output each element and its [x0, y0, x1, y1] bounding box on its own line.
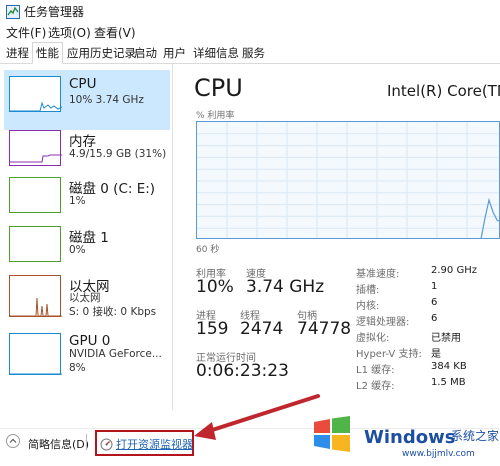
spec-label: 插槽: — [356, 285, 380, 296]
spec-value: 6 — [431, 313, 438, 324]
speed-value: 3.74 GHz — [246, 277, 325, 297]
time-axis-label: 60 秒 — [196, 245, 220, 255]
resource-sidebar: CPU 10% 3.74 GHz 内存 4.9/15.9 GB (31%) 磁盘… — [0, 64, 173, 410]
graph-grid — [197, 122, 499, 238]
sidebar-item-subtitle: NVIDIA GeForce... — [69, 348, 162, 360]
watermark-brand: Windows — [364, 427, 456, 448]
sidebar-item-title: 磁盘 1 — [69, 230, 109, 246]
disk-0-thumbnail-graph — [9, 177, 61, 213]
tab-startup[interactable]: 启动 — [131, 44, 160, 63]
spec-label: L1 缓存: — [356, 365, 395, 376]
sidebar-item-subtitle: 0% — [69, 244, 86, 256]
sidebar-item-subtitle: 以太网 — [69, 292, 101, 304]
windows-logo — [312, 414, 352, 454]
sidebar-item-title: GPU 0 — [69, 333, 111, 349]
spec-value: 1.5 MB — [431, 377, 466, 388]
spec-value: 1 — [431, 281, 438, 292]
uptime-value: 0:06:23:23 — [196, 361, 289, 381]
sidebar-item-cpu[interactable]: CPU 10% 3.74 GHz — [4, 70, 170, 130]
spec-label: 逻辑处理器: — [356, 317, 410, 328]
footer-separator — [86, 434, 87, 450]
sidebar-item-gpu-0[interactable]: GPU 0 NVIDIA GeForce... 8% — [4, 327, 170, 387]
sidebar-item-ethernet[interactable]: 以太网 以太网 S: 0 接收: 0 Kbps — [4, 269, 170, 329]
sidebar-item-subtitle: 1% — [69, 195, 86, 207]
watermark-site-name: 系统之家 — [451, 429, 500, 443]
window-title: 任务管理器 — [24, 5, 85, 19]
menu-file[interactable]: 文件(F) — [6, 24, 46, 41]
tab-performance[interactable]: 性能 — [32, 42, 63, 64]
sidebar-item-title: 磁盘 0 (C: E:) — [69, 181, 156, 197]
annotation-arrow — [194, 394, 320, 440]
memory-thumbnail-graph — [9, 130, 62, 166]
sidebar-item-subtitle: 4.9/15.9 GB (31%) — [69, 148, 167, 160]
cpu-thumbnail-graph — [9, 76, 62, 112]
spec-value: 384 KB — [431, 361, 467, 372]
tab-app-history[interactable]: 应用历史记录 — [64, 44, 139, 63]
cpu-utilization-graph — [196, 121, 500, 239]
open-resource-monitor-link[interactable]: 打开资源监视器 — [116, 436, 193, 452]
spec-label: L2 缓存: — [356, 381, 395, 392]
page-title: CPU — [194, 74, 243, 102]
handles-value: 74778 — [297, 319, 352, 339]
cpu-model-name: Intel(R) Core(TM) i — [387, 82, 500, 100]
sidebar-item-title: 内存 — [69, 134, 96, 150]
spec-value: 2.90 GHz — [431, 265, 477, 276]
tab-services[interactable]: 服务 — [239, 44, 268, 63]
utilization-value: 10% — [196, 277, 234, 297]
utilization-axis-label: % 利用率 — [196, 111, 235, 121]
disk-1-thumbnail-graph — [9, 226, 61, 262]
task-manager-icon — [6, 4, 20, 19]
threads-value: 2474 — [240, 319, 284, 339]
resource-monitor-icon — [100, 436, 113, 451]
tab-processes[interactable]: 进程 — [3, 44, 32, 63]
menu-view[interactable]: 查看(V) — [94, 24, 136, 41]
spec-label: 虚拟化: — [356, 333, 390, 344]
watermark-url: www.bjjmlv.com — [402, 449, 475, 459]
spec-value: 6 — [431, 297, 438, 308]
sidebar-item-subtitle: 10% 3.74 GHz — [69, 94, 144, 106]
tab-users[interactable]: 用户 — [160, 44, 189, 63]
fewer-details-link[interactable]: 简略信息(D) — [28, 436, 89, 452]
tab-details[interactable]: 详细信息 — [190, 44, 242, 63]
cpu-usage-line — [480, 197, 499, 238]
sidebar-item-title: CPU — [69, 76, 97, 92]
chevron-up-icon[interactable] — [6, 434, 20, 448]
spec-label: Hyper-V 支持: — [356, 349, 422, 360]
spec-label: 基准速度: — [356, 269, 400, 280]
spec-value: 已禁用 — [431, 333, 461, 344]
sidebar-item-usage: 8% — [69, 362, 86, 374]
gpu-thumbnail-graph — [9, 333, 62, 375]
sidebar-item-throughput: S: 0 接收: 0 Kbps — [69, 306, 157, 318]
spec-label: 内核: — [356, 301, 380, 312]
spec-value: 是 — [431, 349, 441, 360]
menu-options[interactable]: 选项(O) — [48, 24, 91, 41]
processes-value: 159 — [196, 319, 229, 339]
ethernet-thumbnail-graph — [9, 275, 62, 317]
